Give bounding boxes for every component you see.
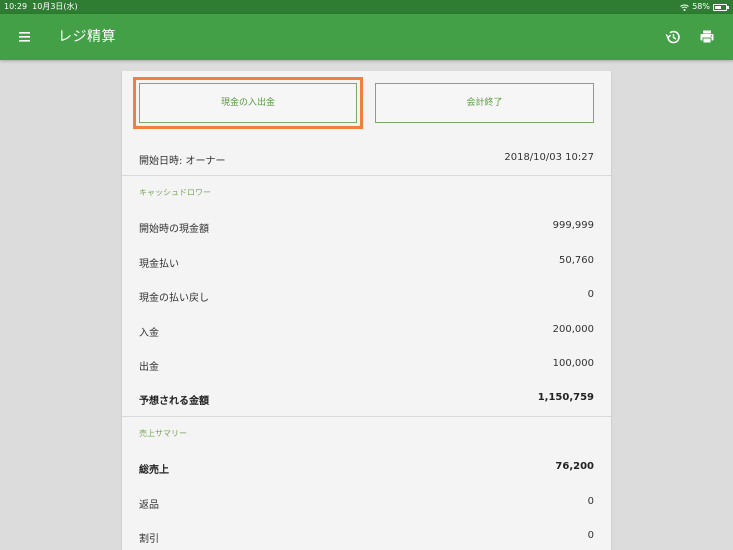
item-value: 0 [587, 289, 594, 300]
history-icon [665, 30, 680, 44]
item-label: 出金 [139, 362, 159, 373]
item-value: 50,760 [559, 255, 594, 266]
total-sales-row: 総売上 76,200 [122, 458, 611, 478]
page-title: レジ精算 [58, 29, 116, 45]
item-value: 200,000 [552, 324, 594, 335]
list-item: 入金 200,000 [122, 321, 611, 341]
battery-level-fill [715, 5, 721, 9]
status-bar: 10:29 10月3日(水) 58% [0, 0, 733, 14]
list-item: 開始時の現金額 999,999 [122, 217, 611, 237]
section-title-cash-drawer: キャッシュドロワー [139, 188, 211, 197]
item-value: 100,000 [552, 358, 594, 369]
list-item: 割引 0 [122, 527, 611, 547]
expected-amount-value: 1,150,759 [537, 392, 594, 403]
cash-deposit-withdraw-button[interactable]: 現金の入出金 [133, 77, 363, 129]
wifi-icon [680, 4, 690, 11]
item-value: 0 [587, 496, 594, 507]
item-label: 入金 [139, 328, 159, 339]
total-sales-value: 76,200 [555, 461, 594, 472]
item-value: 0 [587, 530, 594, 541]
list-item: 出金 100,000 [122, 355, 611, 375]
list-item: 現金払い 50,760 [122, 252, 611, 272]
status-time: 10:29 [4, 2, 28, 11]
start-datetime: 2018/10/03 10:27 [504, 152, 594, 163]
item-label: 現金の払い戻し [139, 293, 209, 304]
item-label: 現金払い [139, 259, 179, 270]
item-label: 割引 [139, 534, 159, 545]
start-info-row: 開始日時: オーナー 2018/10/03 10:27 [122, 144, 611, 175]
history-button[interactable] [662, 26, 684, 48]
menu-button[interactable] [12, 26, 36, 48]
section-title-sales-summary: 売上サマリー [139, 429, 187, 438]
battery-percent: 58% [692, 2, 710, 11]
app-bar: レジ精算 [0, 14, 733, 60]
list-item: 現金の払い戻し 0 [122, 286, 611, 306]
list-item: 返品 0 [122, 493, 611, 513]
register-closing-card: 現金の入出金 会計終了 開始日時: オーナー 2018/10/03 10:27 … [122, 71, 611, 550]
start-label: 開始日時: オーナー [139, 156, 226, 167]
close-register-button[interactable]: 会計終了 [375, 83, 594, 123]
printer-icon [700, 30, 714, 44]
item-label: 開始時の現金額 [139, 224, 209, 235]
divider [122, 416, 611, 417]
total-sales-label: 総売上 [139, 465, 169, 476]
expected-amount-row: 予想される金額 1,150,759 [122, 389, 611, 409]
status-bar-right: 58% [680, 0, 729, 14]
status-date: 10月3日(水) [32, 2, 78, 11]
expected-amount-label: 予想される金額 [139, 396, 209, 407]
battery-icon [713, 3, 729, 11]
status-bar-left: 10:29 10月3日(水) [4, 0, 78, 14]
divider [122, 175, 611, 176]
item-value: 999,999 [552, 220, 594, 231]
hamburger-menu-icon [19, 32, 30, 42]
item-label: 返品 [139, 500, 159, 511]
print-button[interactable] [696, 26, 718, 48]
